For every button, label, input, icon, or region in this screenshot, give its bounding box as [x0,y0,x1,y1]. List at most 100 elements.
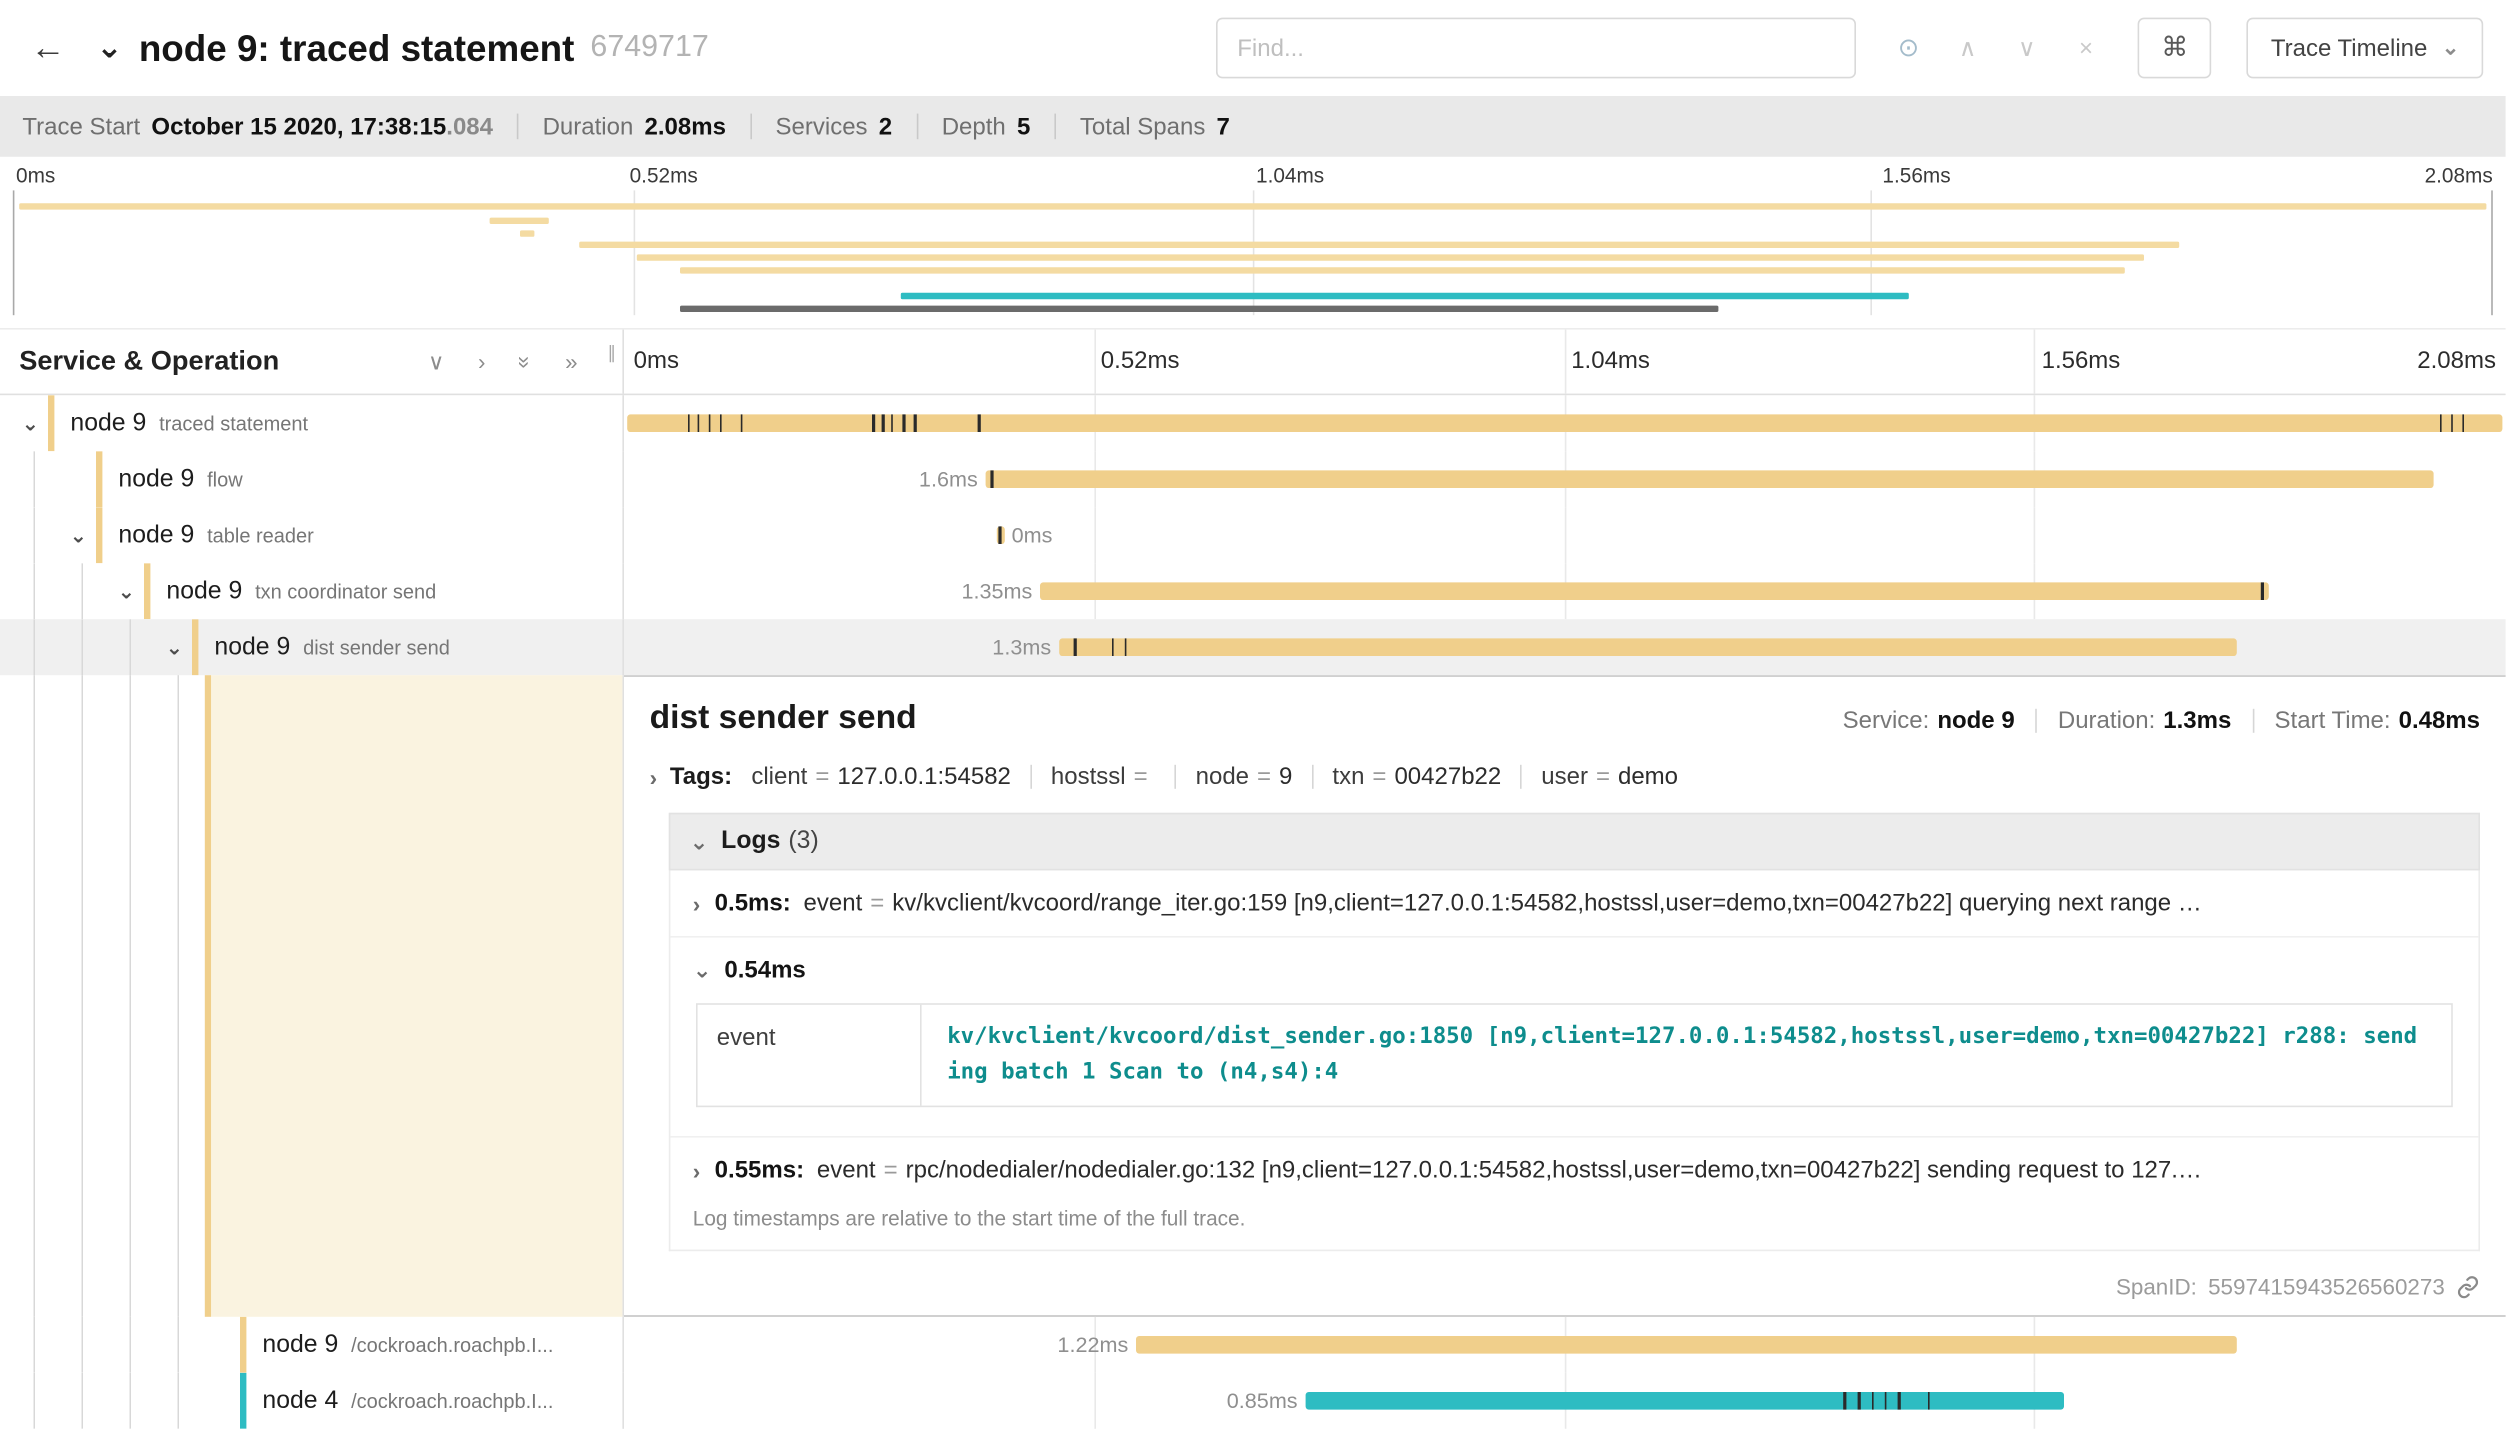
screenshot-stage: ← ⌄ node 9: traced statement 6749717 ⊙ ∧… [0,0,2506,1439]
span-row-label[interactable]: node 4 /cockroach.roachpb.I... [0,1373,624,1429]
span-timeline-cell[interactable]: 0ms [624,507,2506,563]
timeline-tick: 1.04ms [1571,347,1650,374]
trace-start-label: Trace Start [22,113,140,140]
services-label: Services [776,113,868,140]
span-row-label[interactable]: node 9 /cockroach.roachpb.I... [0,1317,624,1373]
span-bar[interactable] [1059,638,2237,656]
indent-guides [13,619,157,675]
keyboard-shortcuts-button[interactable]: ⌘ [2138,18,2212,79]
span-row-label[interactable]: node 9 flow [0,451,624,507]
chevron-down-icon[interactable]: ⌄ [13,410,48,436]
collapse-one-icon[interactable]: ∨ [428,348,444,375]
find-controls: ⊙ ∧ ∨ × [1879,32,2116,64]
timeline-tick: 1.56ms [2042,347,2121,374]
log-entry-toggle[interactable]: ⌄ 0.54ms [693,957,2456,984]
span-row-label[interactable]: ⌄ node 9 dist sender send [0,619,624,675]
trace-minimap[interactable] [13,190,2493,315]
service-name: node 9 [166,577,242,606]
log-marker-tick [1898,1393,1900,1411]
indent-guides [13,507,61,563]
timeline-tick: 0ms [634,347,679,374]
log-marker-tick [872,414,874,432]
span-bar[interactable] [1305,1393,2063,1411]
span-duration-label: 0.85ms [1227,1373,1298,1429]
next-result-icon[interactable]: ∨ [1997,34,2056,63]
depth-label: Depth [942,113,1006,140]
minimap-tick-labels: 0ms 0.52ms 1.04ms 1.56ms 2.08ms [0,157,2506,191]
expand-all-icon[interactable]: » [565,348,577,375]
chevron-down-icon[interactable]: ⌄ [109,578,144,604]
locate-span-icon[interactable]: ⊙ [1879,32,1938,64]
span-row-label[interactable]: ⌄ node 9 traced statement [0,395,624,451]
log-entry[interactable]: › 0.55ms: event=rpc/nodedialer/nodediale… [670,1137,2478,1204]
log-marker-tick [902,414,904,432]
divider [916,114,918,140]
service-label: Service: [1843,707,1930,734]
log-marker-tick [2440,414,2442,432]
minimap-span-bar [901,293,1909,299]
duration-value: 1.3ms [2163,707,2231,734]
column-resizer-handle[interactable]: ∥ [607,342,616,363]
chevron-right-icon: › [693,1158,700,1184]
divider [517,114,519,140]
span-row-txn-coordinator-send: ⌄ node 9 txn coordinator send 1.35ms [0,563,2506,619]
chevron-down-icon: ⌄ [690,828,709,855]
log-marker-tick [697,414,699,432]
prev-result-icon[interactable]: ∧ [1938,34,1997,63]
trace-view-selector-label: Trace Timeline [2271,34,2428,61]
span-timeline-cell[interactable]: 1.35ms [624,563,2506,619]
service-name: node 4 [262,1387,338,1416]
chevron-down-icon[interactable]: ⌄ [61,522,96,548]
span-duration-label: 1.3ms [992,619,1051,675]
log-summary: event=kv/kvclient/kvcoord/range_iter.go:… [804,890,2456,917]
operation-name: /cockroach.roachpb.I... [351,1334,553,1356]
span-timeline-cell[interactable]: 0.85ms [624,1373,2506,1429]
span-duration-label: 1.22ms [1057,1317,1128,1373]
span-timeline-cell[interactable] [624,395,2506,451]
log-fields-table: event kv/kvclient/kvcoord/dist_sender.go… [696,1003,2453,1108]
service-color-stripe [240,1317,246,1373]
log-entry[interactable]: › 0.5ms: event=kv/kvclient/kvcoord/range… [670,870,2478,936]
top-bar: ← ⌄ node 9: traced statement 6749717 ⊙ ∧… [0,0,2506,96]
find-input[interactable] [1216,18,1856,79]
log-marker-tick [1843,1393,1845,1411]
chevron-down-icon[interactable]: ⌄ [157,634,192,660]
tag-item: client=127.0.0.1:54582 [751,763,1011,790]
trace-view-selector[interactable]: Trace Timeline ⌄ [2247,18,2483,79]
span-detail-title: dist sender send [650,699,917,737]
span-bar[interactable] [1040,582,2269,600]
span-timeline-cell[interactable]: 1.6ms [624,451,2506,507]
divider [750,114,752,140]
indent-guides [13,1317,205,1373]
logs-count: (3) [788,827,818,856]
collapse-all-icon[interactable]: » [512,355,539,367]
trace-summary-bar: Trace Start October 15 2020, 17:38:15.08… [0,96,2506,157]
trace-id: 6749717 [590,30,708,65]
trace-start-value: October 15 2020, 17:38:15 [151,113,446,140]
chevron-down-icon: ⌄ [693,957,712,984]
service-color-stripe [96,451,102,507]
clear-search-icon[interactable]: × [2056,34,2115,61]
minimap-span-bar [579,242,2179,248]
span-timeline-cell[interactable]: 1.3ms [624,619,2506,675]
span-row-label[interactable]: ⌄ node 9 txn coordinator send [0,563,624,619]
span-row-label[interactable]: ⌄ node 9 table reader [0,507,624,563]
span-timeline-cell[interactable]: 1.22ms [624,1317,2506,1373]
span-bar[interactable] [985,470,2434,488]
link-icon[interactable] [2456,1275,2480,1299]
span-bar[interactable] [628,414,2502,432]
span-bar[interactable] [1136,1337,2237,1355]
operation-name: txn coordinator send [255,580,436,602]
service-name: node 9 [118,521,194,550]
service-color-stripe [96,507,102,563]
back-button[interactable]: ← [16,16,80,80]
logs-header[interactable]: ⌄ Logs (3) [669,813,2480,871]
span-duration-label: 1.6ms [919,451,978,507]
service-name: node 9 [70,409,146,438]
tag-item: txn=00427b22 [1332,763,1501,790]
log-marker-tick [2462,414,2464,432]
indent-guides [13,563,109,619]
tags-section[interactable]: › Tags: client=127.0.0.1:54582 hostssl= … [650,763,2480,790]
title-collapse-chevron-icon[interactable]: ⌄ [96,32,123,64]
expand-one-icon[interactable]: › [478,348,485,375]
